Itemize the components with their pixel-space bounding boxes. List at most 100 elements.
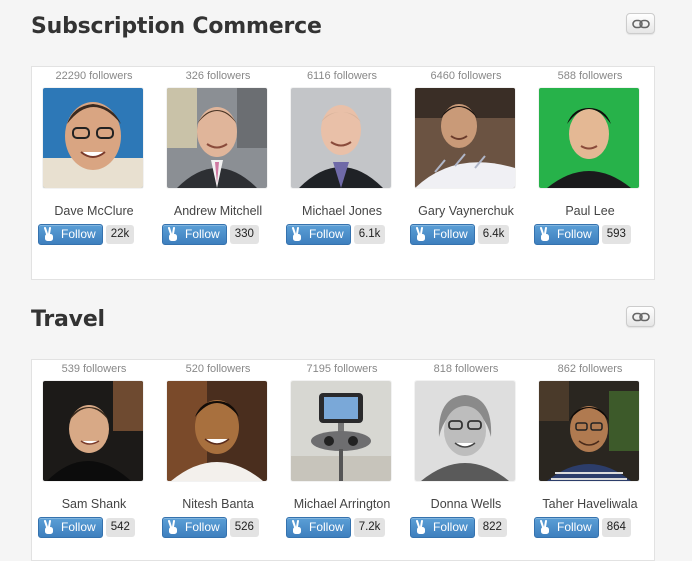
person-name[interactable]: Michael Arrington [274, 497, 410, 511]
follow-button[interactable]: Follow [286, 223, 351, 245]
followers-count-text: 588 followers [557, 70, 623, 82]
avatar[interactable] [43, 381, 143, 481]
follow-row: Follow 330 [162, 223, 259, 245]
follow-label: Follow [185, 520, 220, 534]
peace-hand-icon [292, 519, 301, 534]
person-card: 326 followers Andrew Mitchell Follow 330 [156, 67, 280, 267]
person-name[interactable]: Michael Jones [274, 204, 410, 218]
follow-count-badge: 526 [229, 517, 259, 537]
person-card: 7195 followers Michael Arrington Follow … [280, 360, 404, 560]
person-card: 520 followers Nitesh Banta Follow 526 [156, 360, 280, 560]
peace-hand-icon [292, 226, 301, 241]
follow-row: Follow 593 [534, 223, 631, 245]
link-icon [631, 312, 650, 321]
person-card: 818 followers Donna Wells Follow 822 [404, 360, 528, 560]
peace-hand-icon [540, 226, 549, 241]
follow-button[interactable]: Follow [162, 223, 227, 245]
person-name[interactable]: Sam Shank [26, 497, 162, 511]
avatar[interactable] [539, 88, 639, 188]
follow-row: Follow 6.1k [286, 223, 386, 245]
person-name[interactable]: Nitesh Banta [150, 497, 286, 511]
person-name[interactable]: Paul Lee [522, 204, 658, 218]
follow-label: Follow [557, 520, 592, 534]
follow-count-badge: 6.1k [353, 224, 386, 244]
follow-count-badge: 593 [601, 224, 631, 244]
person-card: 862 followers Taher Haveliwala Follow 86… [528, 360, 652, 560]
person-name[interactable]: Gary Vaynerchuk [398, 204, 534, 218]
follow-row: Follow 22k [38, 223, 135, 245]
people-panel: 539 followers Sam Shank Follow 542 520 f… [31, 359, 655, 561]
peace-hand-icon [540, 519, 549, 534]
follow-label: Follow [61, 227, 96, 241]
followers-count-text: 6460 followers [430, 70, 502, 82]
follow-label: Follow [309, 227, 344, 241]
follow-row: Follow 6.4k [410, 223, 510, 245]
followers-count-text: 326 followers [185, 70, 251, 82]
permalink-button[interactable] [626, 13, 655, 34]
follow-button[interactable]: Follow [162, 516, 227, 538]
person-card: 588 followers Paul Lee Follow 593 [528, 67, 652, 267]
followers-count-text: 6116 followers [306, 70, 378, 82]
follow-count-badge: 542 [105, 517, 135, 537]
followers-count-text: 520 followers [185, 363, 251, 375]
follow-label: Follow [309, 520, 344, 534]
avatar[interactable] [291, 88, 391, 188]
section-title: Subscription Commerce [31, 14, 322, 39]
follow-count-badge: 864 [601, 517, 631, 537]
avatar[interactable] [539, 381, 639, 481]
follow-label: Follow [185, 227, 220, 241]
section-travel: Travel 539 followers Sam Shank Follow 54… [31, 306, 655, 561]
follow-button[interactable]: Follow [534, 223, 599, 245]
follow-row: Follow 7.2k [286, 516, 386, 538]
peace-hand-icon [44, 519, 53, 534]
follow-button[interactable]: Follow [534, 516, 599, 538]
person-name[interactable]: Andrew Mitchell [150, 204, 286, 218]
person-name[interactable]: Donna Wells [398, 497, 534, 511]
follow-button[interactable]: Follow [38, 223, 103, 245]
follow-label: Follow [433, 227, 468, 241]
person-card: 6116 followers Michael Jones Follow 6.1k [280, 67, 404, 267]
follow-row: Follow 526 [162, 516, 259, 538]
follow-button[interactable]: Follow [38, 516, 103, 538]
followers-count-text: 539 followers [61, 363, 127, 375]
followers-count-text: 7195 followers [306, 363, 378, 375]
person-card: 22290 followers Dave McClure Follow 22k [32, 67, 156, 267]
follow-row: Follow 542 [38, 516, 135, 538]
avatar[interactable] [167, 88, 267, 188]
peace-hand-icon [168, 519, 177, 534]
people-list: 22290 followers Dave McClure Follow 22k … [32, 67, 654, 279]
avatar[interactable] [415, 88, 515, 188]
followers-count-text: 22290 followers [55, 70, 133, 82]
person-card: 6460 followers Gary Vaynerchuk Follow 6.… [404, 67, 528, 267]
avatar[interactable] [291, 381, 391, 481]
follow-count-badge: 330 [229, 224, 259, 244]
follow-button[interactable]: Follow [410, 223, 475, 245]
avatar[interactable] [415, 381, 515, 481]
people-list: 539 followers Sam Shank Follow 542 520 f… [32, 360, 654, 560]
follow-count-badge: 822 [477, 517, 507, 537]
peace-hand-icon [168, 226, 177, 241]
peace-hand-icon [416, 226, 425, 241]
follow-count-badge: 6.4k [477, 224, 510, 244]
follow-row: Follow 864 [534, 516, 631, 538]
followers-count-text: 862 followers [557, 363, 623, 375]
peace-hand-icon [44, 226, 53, 241]
person-name[interactable]: Taher Haveliwala [522, 497, 658, 511]
people-panel: 22290 followers Dave McClure Follow 22k … [31, 66, 655, 280]
follow-count-badge: 22k [105, 224, 135, 244]
followers-count-text: 818 followers [433, 363, 499, 375]
peace-hand-icon [416, 519, 425, 534]
follow-label: Follow [433, 520, 468, 534]
section-title: Travel [31, 307, 105, 332]
section-subscription-commerce: Subscription Commerce 22290 followers Da… [31, 13, 655, 280]
follow-label: Follow [61, 520, 96, 534]
permalink-button[interactable] [626, 306, 655, 327]
follow-button[interactable]: Follow [410, 516, 475, 538]
avatar[interactable] [167, 381, 267, 481]
follow-label: Follow [557, 227, 592, 241]
follow-button[interactable]: Follow [286, 516, 351, 538]
person-name[interactable]: Dave McClure [26, 204, 162, 218]
follow-count-badge: 7.2k [353, 517, 386, 537]
link-icon [631, 19, 650, 28]
avatar[interactable] [43, 88, 143, 188]
